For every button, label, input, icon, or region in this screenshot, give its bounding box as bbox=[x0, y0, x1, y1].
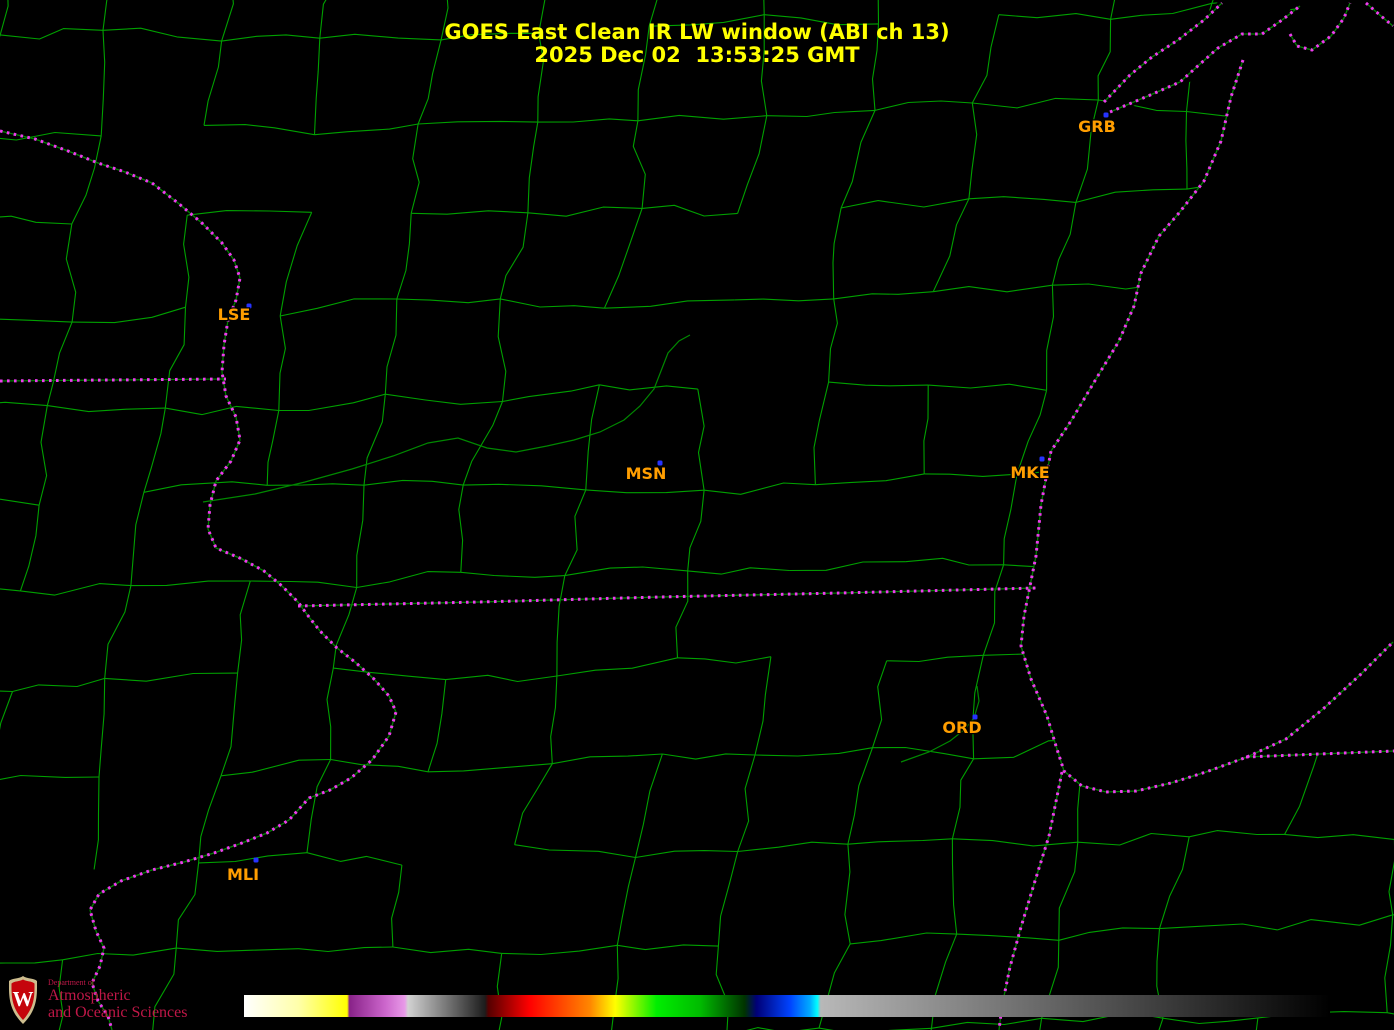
station-dot bbox=[1039, 456, 1045, 462]
station-label: MKE bbox=[1010, 463, 1049, 482]
station-markers: LSE GRB MSN MKE ORD MLI bbox=[216, 112, 1117, 885]
uw-crest-icon: W bbox=[8, 976, 38, 1024]
crest-w-letter: W bbox=[13, 987, 34, 1011]
il_in_border-dots bbox=[997, 771, 1064, 1030]
logo-text: Department of Atmospheric and Oceanic Sc… bbox=[48, 977, 188, 1022]
mississippi_river-line bbox=[0, 130, 397, 1030]
station-label: GRB bbox=[1078, 117, 1116, 136]
il_in_border-line bbox=[998, 771, 1063, 1030]
uw-aos-logo: W Department of Atmospheric and Oceanic … bbox=[7, 975, 187, 1025]
station-label: MSN bbox=[626, 464, 667, 483]
station-LSE: LSE bbox=[216, 303, 252, 325]
logo-dept-line: Department of bbox=[48, 977, 95, 987]
station-MKE: MKE bbox=[1009, 456, 1051, 483]
map-canvas: LSE GRB MSN MKE ORD MLI bbox=[0, 0, 1394, 1030]
station-ORD: ORD bbox=[941, 714, 983, 738]
river-lines bbox=[202, 334, 980, 763]
station-label: ORD bbox=[942, 718, 981, 737]
logo-line2: and Oceanic Sciences bbox=[48, 1003, 188, 1021]
station-MSN: MSN bbox=[624, 460, 668, 484]
satellite-image-viewport: LSE GRB MSN MKE ORD MLI GOES East Clean IR LW… bbox=[0, 0, 1394, 1030]
lake-michigan-water bbox=[1021, 0, 1394, 792]
station-GRB: GRB bbox=[1077, 112, 1117, 137]
station-label: MLI bbox=[227, 865, 259, 884]
station-label: LSE bbox=[218, 305, 251, 324]
ir-temperature-colorbar bbox=[244, 995, 1330, 1017]
mississippi_river-dots bbox=[0, 129, 398, 1030]
station-dot bbox=[253, 857, 259, 863]
wi_il_border-line bbox=[297, 587, 1037, 607]
logo-line1: Atmospheric bbox=[48, 986, 131, 1004]
